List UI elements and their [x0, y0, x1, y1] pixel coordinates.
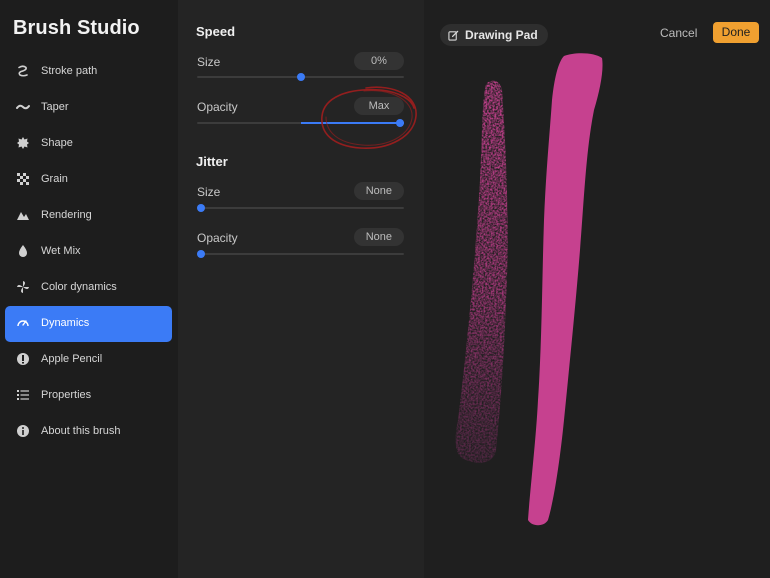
jitter-section-title: Jitter: [196, 154, 228, 169]
speed-size-slider[interactable]: [197, 73, 404, 81]
rendering-icon: [16, 208, 30, 222]
jitter-size-label: Size: [197, 185, 221, 199]
sidebar-item-stroke-path[interactable]: Stroke path: [5, 54, 172, 90]
sidebar-item-label: About this brush: [41, 425, 121, 437]
sidebar-item-label: Color dynamics: [41, 281, 117, 293]
sidebar-item-label: Taper: [41, 101, 69, 113]
grain-icon: [16, 172, 30, 186]
sidebar-item-label: Stroke path: [41, 65, 98, 77]
sidebar-item-dynamics[interactable]: Dynamics: [5, 306, 172, 342]
wet-mix-icon: [16, 244, 30, 258]
drawing-pad[interactable]: Drawing Pad Cancel Done: [424, 0, 770, 578]
sidebar-item-label: Properties: [41, 389, 92, 401]
sidebar-item-color-dynamics[interactable]: Color dynamics: [5, 270, 172, 306]
sidebar-item-label: Grain: [41, 173, 68, 185]
jitter-opacity-label: Opacity: [197, 231, 238, 245]
jitter-opacity-value[interactable]: None: [353, 228, 404, 246]
stroke-path-icon: [16, 64, 30, 78]
textured-stroke: [455, 80, 508, 463]
app-title: Brush Studio: [13, 17, 140, 39]
properties-icon: [16, 388, 30, 402]
sidebar-item-about-this-brush[interactable]: About this brush: [5, 414, 172, 450]
speed-opacity-label: Opacity: [197, 100, 238, 114]
speed-opacity-slider[interactable]: [197, 119, 404, 127]
sidebar-item-properties[interactable]: Properties: [5, 378, 172, 414]
slider-knob[interactable]: [396, 119, 404, 127]
speed-size-value[interactable]: 0%: [354, 52, 404, 70]
sidebar-item-grain[interactable]: Grain: [5, 162, 172, 198]
sidebar-item-label: Wet Mix: [41, 245, 81, 257]
slider-knob[interactable]: [197, 250, 205, 258]
speed-size-label: Size: [197, 55, 221, 69]
jitter-size-slider[interactable]: [197, 204, 404, 212]
slider-fill: [300, 122, 404, 124]
slider-knob[interactable]: [197, 204, 205, 212]
speed-section-title: Speed: [196, 24, 236, 39]
apple-pencil-icon: [16, 352, 30, 366]
sidebar-item-wet-mix[interactable]: Wet Mix: [5, 234, 172, 270]
jitter-opacity-slider[interactable]: [197, 250, 404, 258]
sidebar-item-taper[interactable]: Taper: [5, 90, 172, 126]
sidebar-item-shape[interactable]: Shape: [5, 126, 172, 162]
sidebar-item-label: Rendering: [41, 209, 92, 221]
solid-stroke: [528, 53, 603, 526]
sidebar-item-apple-pencil[interactable]: Apple Pencil: [5, 342, 172, 378]
brush-strokes-preview: [455, 53, 603, 526]
annotation-circle: [321, 86, 417, 149]
color-dynamics-icon: [16, 280, 30, 294]
sidebar-item-label: Dynamics: [41, 317, 90, 329]
info-icon: [16, 424, 30, 438]
shape-icon: [16, 136, 30, 150]
brush-studio-app: Brush Studio Stroke path Taper Shape Gra…: [0, 0, 770, 578]
jitter-size-value[interactable]: None: [353, 182, 404, 200]
sidebar: Brush Studio Stroke path Taper Shape Gra…: [0, 0, 178, 578]
dynamics-icon: [16, 316, 30, 330]
sidebar-item-label: Shape: [41, 137, 73, 149]
slider-knob[interactable]: [296, 73, 305, 81]
speed-opacity-value[interactable]: Max: [354, 97, 404, 115]
taper-icon: [16, 100, 30, 114]
sidebar-item-label: Apple Pencil: [41, 353, 103, 365]
settings-panel: Speed Size 0% Opacity Max Jitter Size No…: [178, 0, 424, 578]
sidebar-item-rendering[interactable]: Rendering: [5, 198, 172, 234]
